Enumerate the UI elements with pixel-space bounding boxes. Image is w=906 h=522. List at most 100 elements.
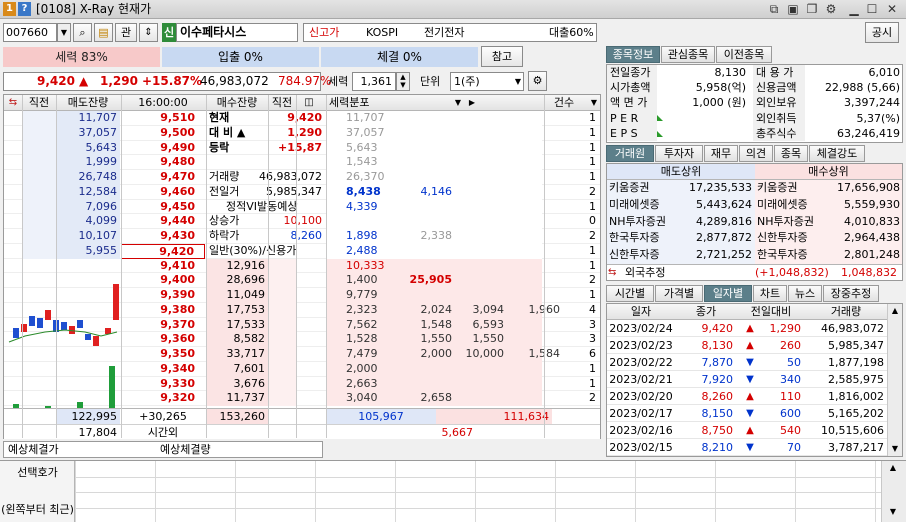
minimize-icon[interactable]: ▁ (846, 1, 862, 18)
ask-remain[interactable]: 26,748 (56, 170, 120, 185)
app-badge-icon[interactable]: 1 (3, 2, 16, 16)
price-cell[interactable]: 9,350 (121, 347, 205, 362)
maximize-icon[interactable]: ☐ (864, 1, 880, 18)
bid-remain[interactable]: 8,582 (206, 332, 268, 347)
tab-broker-2[interactable]: 재무 (704, 145, 738, 162)
sell-broker-name[interactable]: 한국투자증 (607, 230, 679, 248)
close-icon[interactable]: ✕ (884, 1, 900, 18)
settings-gear-icon[interactable]: ⚙ (528, 71, 547, 91)
tab-broker-5[interactable]: 체결강도 (809, 145, 865, 162)
bid-remain[interactable]: 11,049 (206, 288, 268, 303)
tab-daily-3[interactable]: 차트 (753, 285, 787, 302)
ask-remain[interactable]: 5,955 (56, 243, 120, 259)
price-cell[interactable]: 9,370 (121, 318, 205, 333)
daily-scrollbar[interactable]: ▲ ▼ (887, 304, 902, 456)
unit-select[interactable]: 1(주) ▼ (450, 72, 524, 91)
daily-row[interactable]: 2023/02/17 8,150 ▼ 600 5,165,202 (607, 405, 887, 422)
price-cell[interactable]: 9,340 (121, 362, 205, 377)
help-icon[interactable]: ? (18, 2, 31, 16)
bid-remain[interactable]: 11,737 (206, 391, 268, 406)
price-cell[interactable]: 9,400 (121, 273, 205, 288)
tab-daily-0[interactable]: 시간별 (606, 285, 654, 302)
buy-broker-name[interactable]: 미래에셋증 (755, 196, 827, 214)
reference-button[interactable]: 참고 (481, 46, 523, 67)
daily-row[interactable]: 2023/02/22 7,870 ▼ 50 1,877,198 (607, 354, 887, 371)
copy-icon[interactable]: ❐ (804, 1, 820, 18)
ask-remain[interactable]: 7,096 (56, 199, 120, 215)
daily-row[interactable]: 2023/02/23 8,130 ▲ 260 5,985,347 (607, 337, 887, 354)
daily-row[interactable]: 2023/02/15 8,210 ▼ 70 3,787,217 (607, 439, 887, 456)
price-cell[interactable]: 9,410 (121, 259, 205, 274)
bid-remain[interactable]: 12,916 (206, 258, 268, 274)
ask-remain[interactable]: 37,057 (56, 125, 120, 141)
count-dropdown-icon[interactable]: ▼ (588, 95, 600, 111)
sell-broker-name[interactable]: 키움증권 (607, 180, 679, 197)
bid-remain[interactable]: 7,601 (206, 361, 268, 377)
price-cell[interactable]: 9,420 (121, 243, 205, 259)
ask-remain[interactable]: 12,584 (56, 184, 120, 200)
price-cell[interactable]: 9,490 (121, 141, 205, 156)
buy-broker-name[interactable]: NH투자증권 (755, 213, 827, 231)
price-cell[interactable]: 9,430 (121, 229, 205, 244)
price-cell[interactable]: 9,510 (121, 111, 205, 126)
tab-daily-5[interactable]: 장중추정 (823, 285, 879, 302)
tab-info-1[interactable]: 관심종목 (661, 46, 715, 63)
bid-remain[interactable]: 28,696 (206, 273, 268, 288)
tab-broker-0[interactable]: 거래원 (606, 145, 654, 162)
ask-remain[interactable]: 5,643 (56, 140, 120, 156)
disclosure-button[interactable]: 공시 (865, 22, 899, 43)
interest-button[interactable]: 관 (115, 23, 137, 42)
sell-broker-name[interactable]: 신한투자증 (607, 247, 679, 264)
price-cell[interactable]: 9,320 (121, 391, 205, 406)
scroll-down-icon[interactable]: ▼ (888, 442, 902, 456)
header-expand-icon[interactable]: ◫ (296, 95, 322, 111)
updown-icon[interactable]: ⇕ (139, 23, 158, 42)
daily-row[interactable]: 2023/02/20 8,260 ▲ 110 1,816,002 (607, 388, 887, 405)
price-cell[interactable]: 9,330 (121, 377, 205, 392)
save-icon[interactable]: ▣ (785, 1, 801, 18)
ask-remain[interactable]: 11,707 (56, 111, 120, 126)
price-cell[interactable]: 9,460 (121, 185, 205, 200)
dist-scroll-icon[interactable]: ▶ (466, 95, 478, 111)
layout-icon[interactable]: ⧉ (766, 1, 782, 18)
code-dropdown-icon[interactable]: ▼ (57, 23, 71, 42)
force-spinner[interactable]: ▲ ▼ (396, 72, 410, 91)
price-cell[interactable]: 9,390 (121, 288, 205, 303)
history-icon[interactable]: ▤ (94, 23, 113, 42)
buy-broker-name[interactable]: 신한투자증 (755, 230, 827, 248)
tab-daily-4[interactable]: 뉴스 (788, 285, 822, 302)
tab-broker-4[interactable]: 종목 (774, 145, 808, 162)
price-cell[interactable]: 9,480 (121, 155, 205, 170)
tab-info-0[interactable]: 종목정보 (606, 46, 660, 63)
daily-row[interactable]: 2023/02/24 9,420 ▲ 1,290 46,983,072 (607, 320, 887, 337)
stock-code-input[interactable]: 007660 (3, 23, 57, 42)
swap-icon[interactable]: ⇆ (4, 95, 22, 111)
tab-daily-1[interactable]: 가격별 (655, 285, 703, 302)
tab-daily-2[interactable]: 일자별 (704, 285, 752, 302)
scroll-up-icon[interactable]: ▲ (888, 304, 902, 318)
dist-dropdown-icon[interactable]: ▼ (452, 95, 464, 111)
daily-row[interactable]: 2023/02/16 8,750 ▲ 540 10,515,606 (607, 422, 887, 439)
price-cell[interactable]: 9,380 (121, 303, 205, 318)
bottom-scrollbar[interactable]: ▲ ▼ (881, 461, 906, 522)
ask-remain[interactable]: 1,999 (56, 155, 120, 170)
bid-remain[interactable]: 17,533 (206, 317, 268, 333)
sell-broker-name[interactable]: 미래에셋증 (607, 196, 679, 214)
bid-remain[interactable]: 33,717 (206, 347, 268, 362)
force-input[interactable]: 1,361 (352, 72, 396, 91)
search-icon[interactable]: ⌕ (73, 23, 92, 42)
sell-broker-name[interactable]: NH투자증권 (607, 213, 679, 231)
bottom-scroll-up-icon[interactable]: ▲ (886, 463, 900, 472)
bid-remain[interactable]: 17,753 (206, 302, 268, 318)
tab-broker-1[interactable]: 투자자 (655, 145, 703, 162)
daily-row[interactable]: 2023/02/21 7,920 ▼ 340 2,585,975 (607, 371, 887, 388)
price-cell[interactable]: 9,360 (121, 332, 205, 347)
bottom-scroll-down-icon[interactable]: ▼ (886, 507, 900, 516)
price-cell[interactable]: 9,470 (121, 170, 205, 185)
ask-remain[interactable]: 4,099 (56, 214, 120, 229)
ask-remain[interactable]: 10,107 (56, 229, 120, 244)
bid-remain[interactable]: 3,676 (206, 376, 268, 392)
price-cell[interactable]: 9,500 (121, 126, 205, 141)
price-cell[interactable]: 9,450 (121, 200, 205, 215)
tab-info-2[interactable]: 이전종목 (716, 46, 772, 63)
